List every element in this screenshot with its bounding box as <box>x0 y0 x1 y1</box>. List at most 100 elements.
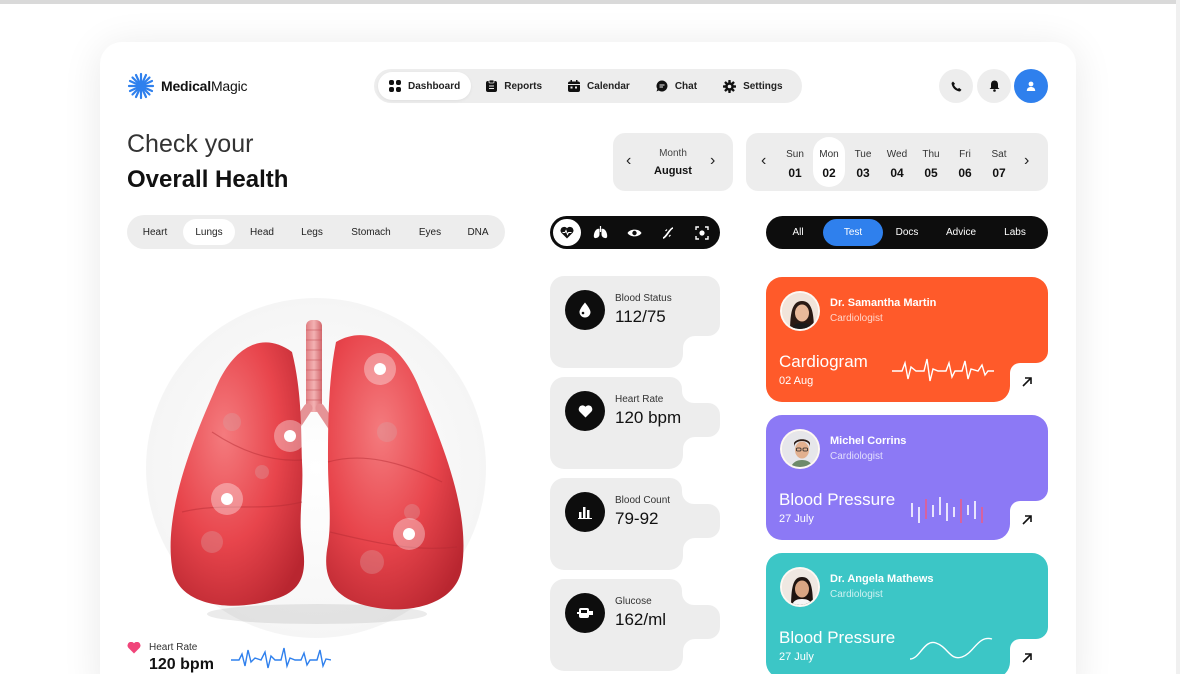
doctor-role: Cardiologist <box>830 451 883 462</box>
month-selector: ‹ Month August › <box>613 133 733 191</box>
test-date: 02 Aug <box>779 375 814 387</box>
brand-logo[interactable]: MedicalMagic <box>127 72 248 100</box>
tab-eyes[interactable]: Eyes <box>407 219 453 245</box>
arrow-up-right-icon[interactable] <box>1014 369 1040 395</box>
ecg-wave <box>892 358 994 382</box>
day-selector: ‹ Sun 01 Mon 02 Tue 03 Wed 04 Thu 05 Fri 06 Sa… <box>746 133 1048 191</box>
heart-rate-value: 120 bpm <box>149 656 214 673</box>
phone-button[interactable] <box>939 69 973 103</box>
calendar-icon <box>568 80 581 92</box>
test-card-blood-pressure[interactable]: Michel Corrins Cardiologist Blood Pressu… <box>766 415 1048 540</box>
test-date: 27 July <box>779 651 814 663</box>
test-card-cardiogram[interactable]: Dr. Samantha Martin Cardiologist Cardiog… <box>766 277 1048 402</box>
lungs-illustration <box>170 320 464 624</box>
stat-value: 162/ml <box>615 610 667 629</box>
organ-tabs: Heart Lungs Head Legs Stomach Eyes DNA <box>127 215 505 249</box>
tab-advice[interactable]: Advice <box>933 219 989 246</box>
stat-card-glucose[interactable]: Glucose 162/ml <box>550 579 720 671</box>
stat-card-blood-status[interactable]: Blood Status 112/75 <box>550 276 720 368</box>
dashboard-card: MedicalMagic Dashboard Reports Calendar … <box>100 42 1076 674</box>
sine-wave <box>909 637 993 660</box>
glucose-meter-icon <box>565 593 605 633</box>
gear-icon <box>723 79 737 93</box>
nav-item-calendar[interactable]: Calendar <box>557 72 641 100</box>
heart-monitor-icon <box>560 226 574 239</box>
stat-card-blood-count[interactable]: Blood Count 79-92 <box>550 478 720 570</box>
tab-docs[interactable]: Docs <box>879 219 935 246</box>
arrow-up-right-icon[interactable] <box>1014 507 1040 533</box>
page-title: Overall Health <box>127 166 289 193</box>
day-thu[interactable]: Thu 05 <box>915 137 947 187</box>
day-sun[interactable]: Sun 01 <box>779 137 811 187</box>
lung-hotspot-marker[interactable] <box>364 353 396 385</box>
category-icon-tabs <box>550 216 720 249</box>
doctor-name: Dr. Angela Mathews <box>830 573 934 585</box>
phone-icon <box>951 81 961 91</box>
test-card-blood-pressure[interactable]: Dr. Angela Mathews Cardiologist Blood Pr… <box>766 553 1048 674</box>
chat-icon <box>656 80 668 92</box>
stat-value: 112/75 <box>615 307 666 326</box>
lungs-icon <box>593 226 607 239</box>
tab-lungs[interactable]: Lungs <box>183 219 235 245</box>
nav-label: Dashboard <box>408 80 461 92</box>
tab-test[interactable]: Test <box>823 219 883 246</box>
main-nav: Dashboard Reports Calendar Chat Settings <box>374 69 802 103</box>
tab-eye[interactable] <box>620 219 648 246</box>
chevron-right-icon[interactable]: › <box>710 152 715 170</box>
test-name: Blood Pressure <box>779 490 896 509</box>
clipboard-icon <box>486 80 498 92</box>
tab-dna[interactable] <box>654 219 682 246</box>
test-name: Blood Pressure <box>779 628 896 647</box>
tab-labs[interactable]: Labs <box>987 219 1043 246</box>
stat-value: 120 bpm <box>615 408 682 427</box>
tab-dna[interactable]: DNA <box>455 219 501 245</box>
nav-item-reports[interactable]: Reports <box>475 72 553 100</box>
stat-card-heart-rate[interactable]: Heart Rate 120 bpm <box>550 377 720 469</box>
tab-lungs-icon[interactable] <box>586 219 614 246</box>
heart-icon <box>127 642 141 654</box>
nav-item-dashboard[interactable]: Dashboard <box>378 72 472 100</box>
user-icon <box>1026 81 1036 91</box>
day-mon[interactable]: Mon 02 <box>813 137 845 187</box>
tab-heart[interactable]: Heart <box>131 219 179 245</box>
tab-all[interactable]: All <box>770 219 826 246</box>
page-subtitle: Check your <box>127 130 254 158</box>
nav-item-settings[interactable]: Settings <box>712 72 793 100</box>
arrow-up-right-icon[interactable] <box>1014 645 1040 671</box>
chevron-right-icon[interactable]: › <box>1024 152 1029 170</box>
pressure-bars <box>911 497 983 523</box>
nav-item-chat[interactable]: Chat <box>645 72 708 100</box>
lung-hotspot-marker[interactable] <box>274 420 306 452</box>
day-fri[interactable]: Fri 06 <box>949 137 981 187</box>
tab-scan[interactable] <box>688 219 716 246</box>
avatar <box>780 429 820 469</box>
profile-button[interactable] <box>1014 69 1048 103</box>
tab-head[interactable]: Head <box>239 219 285 245</box>
nav-label: Settings <box>743 80 783 92</box>
day-wed[interactable]: Wed 04 <box>881 137 913 187</box>
day-tue[interactable]: Tue 03 <box>847 137 879 187</box>
avatar <box>780 291 820 331</box>
bell-icon <box>989 80 999 92</box>
dna-icon <box>662 226 674 239</box>
tab-heart-monitor[interactable] <box>553 219 581 246</box>
starburst-logo-icon <box>127 72 155 100</box>
chevron-left-icon[interactable]: ‹ <box>761 152 766 170</box>
eye-icon <box>627 229 641 236</box>
window-top-edge <box>0 0 1180 4</box>
heart-rate-label: Heart Rate <box>149 642 198 653</box>
lung-hotspot-marker[interactable] <box>393 518 425 550</box>
blood-drop-icon <box>565 290 605 330</box>
doctor-role: Cardiologist <box>830 589 883 600</box>
day-sat[interactable]: Sat 07 <box>983 137 1015 187</box>
nav-label: Chat <box>674 80 698 92</box>
notifications-button[interactable] <box>977 69 1011 103</box>
stat-label: Blood Status <box>615 293 672 304</box>
lung-hotspot-marker[interactable] <box>211 483 243 515</box>
tab-stomach[interactable]: Stomach <box>339 219 403 245</box>
stat-label: Blood Count <box>615 495 671 506</box>
tab-legs[interactable]: Legs <box>289 219 335 245</box>
nav-label: Reports <box>504 80 543 92</box>
stat-label: Heart Rate <box>615 394 664 405</box>
doctor-name: Michel Corrins <box>830 435 907 447</box>
